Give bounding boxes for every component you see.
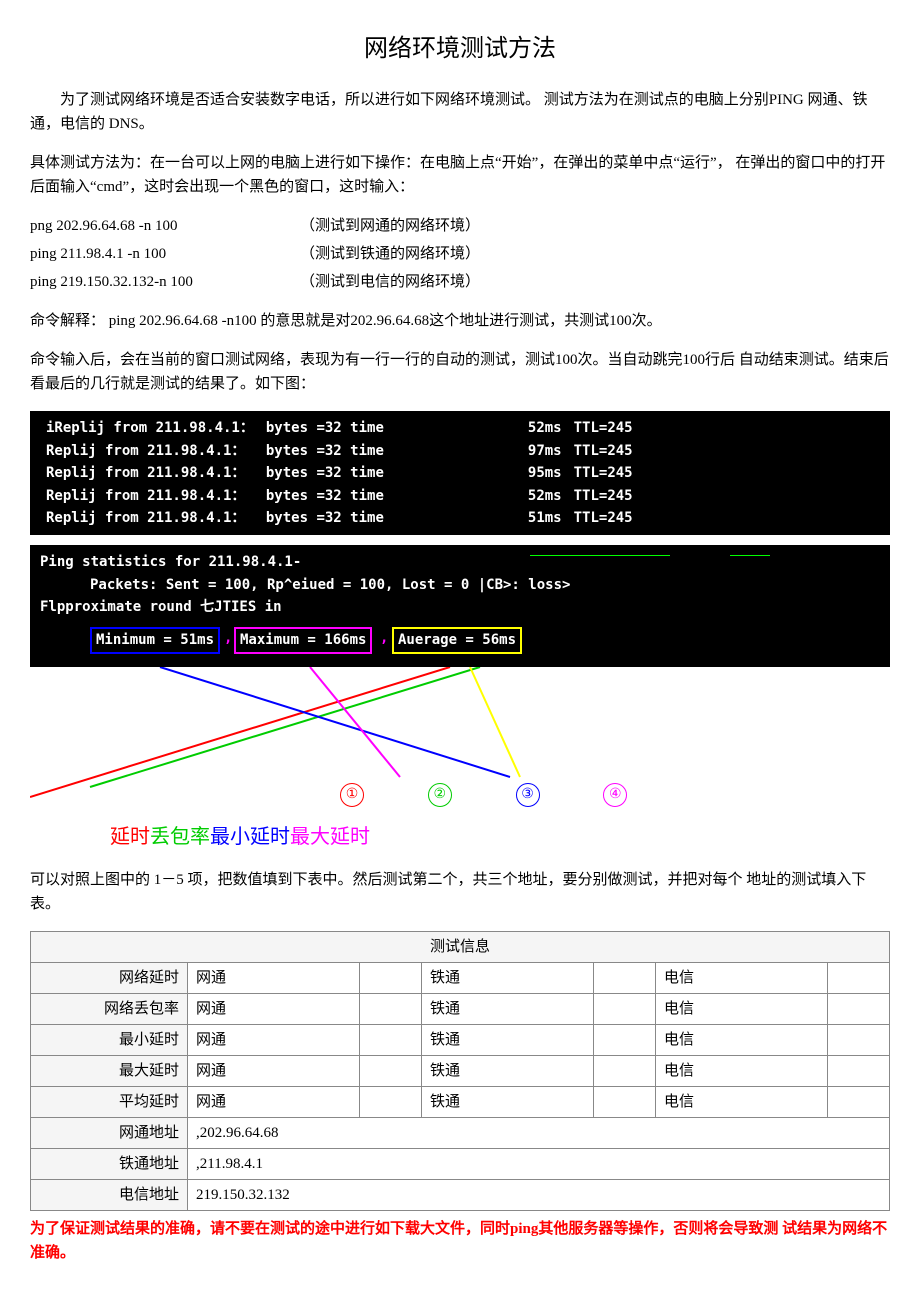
comma-icon: , — [224, 627, 232, 649]
min-highlight: Minimum = 51ms — [90, 627, 220, 653]
command-note: （测试到铁通的网络环境） — [300, 242, 480, 266]
intro-3: 命令输入后，会在当前的窗口测试网络，表现为有一行一行的自动的测试，测试100次。… — [30, 348, 890, 396]
max-highlight: Maximum = 166ms — [234, 627, 372, 653]
command-row: png 202.96.64.68 -n 100 （测试到网通的网络环境） — [30, 214, 890, 238]
result-table: 测试信息 网络延时网通铁通电信 网络丢包率网通铁通电信 最小延时网通铁通电信 最… — [30, 931, 890, 1211]
green-underline-icon — [730, 555, 770, 556]
command-row: ping 219.150.32.132-n 100 （测试到电信的网络环境） — [30, 270, 890, 294]
terminal-output-replies: iReplij from 211.98.4.1：bytes =32 time52… — [30, 411, 890, 535]
terminal-output-stats: Ping statistics for 211.98.4.1- Packets:… — [30, 545, 890, 667]
comma-icon: , — [380, 627, 388, 649]
command-row: ping 211.98.4.1 -n 100 （测试到铁通的网络环境） — [30, 242, 890, 266]
legend-loss: 丢包率 — [150, 826, 210, 848]
green-underline-icon — [530, 555, 670, 556]
legend-delay: 延时 — [110, 826, 150, 848]
callout-3-icon: ③ — [516, 783, 540, 807]
callout-diagram: ① ② ③ ④ — [30, 667, 890, 817]
warning-text: 为了保证测试结果的准确，请不要在测试的途中进行如下载大文件，同时ping其他服务… — [30, 1217, 890, 1265]
command-text: png 202.96.64.68 -n 100 — [30, 214, 300, 238]
intro-1: 为了测试网络环境是否适合安装数字电话，所以进行如下网络环境测试。 测试方法为在测… — [30, 88, 890, 136]
intro-2: 具体测试方法为：在一台可以上网的电脑上进行如下操作：在电脑上点“开始”，在弹出的… — [30, 151, 890, 199]
command-text: ping 211.98.4.1 -n 100 — [30, 242, 300, 266]
stats-packets: Packets: Sent = 100, Rp^eiued = 100, Los… — [40, 574, 880, 596]
command-note: （测试到电信的网络环境） — [300, 270, 480, 294]
callout-2-icon: ② — [428, 783, 452, 807]
command-text: ping 219.150.32.132-n 100 — [30, 270, 300, 294]
legend-row: 延时丢包率最小延时最大延时 — [110, 821, 890, 853]
command-note: （测试到网通的网络环境） — [300, 214, 480, 238]
stats-approx: Flpproximate round 七JTIES in — [40, 596, 880, 618]
command-explain: 命令解释： ping 202.96.64.68 -n100 的意思就是对202.… — [30, 309, 890, 333]
avg-highlight: Auerage = 56ms — [392, 627, 522, 653]
legend-min: 最小延时 — [210, 826, 290, 848]
callout-1-icon: ① — [340, 783, 364, 807]
table-intro: 可以对照上图中的 1－5 项，把数值填到下表中。然后测试第二个，共三个地址，要分… — [30, 868, 890, 916]
callout-4-icon: ④ — [603, 783, 627, 807]
page-title: 网络环境测试方法 — [30, 30, 890, 68]
legend-max: 最大延时 — [290, 826, 370, 848]
table-caption: 测试信息 — [31, 932, 890, 963]
